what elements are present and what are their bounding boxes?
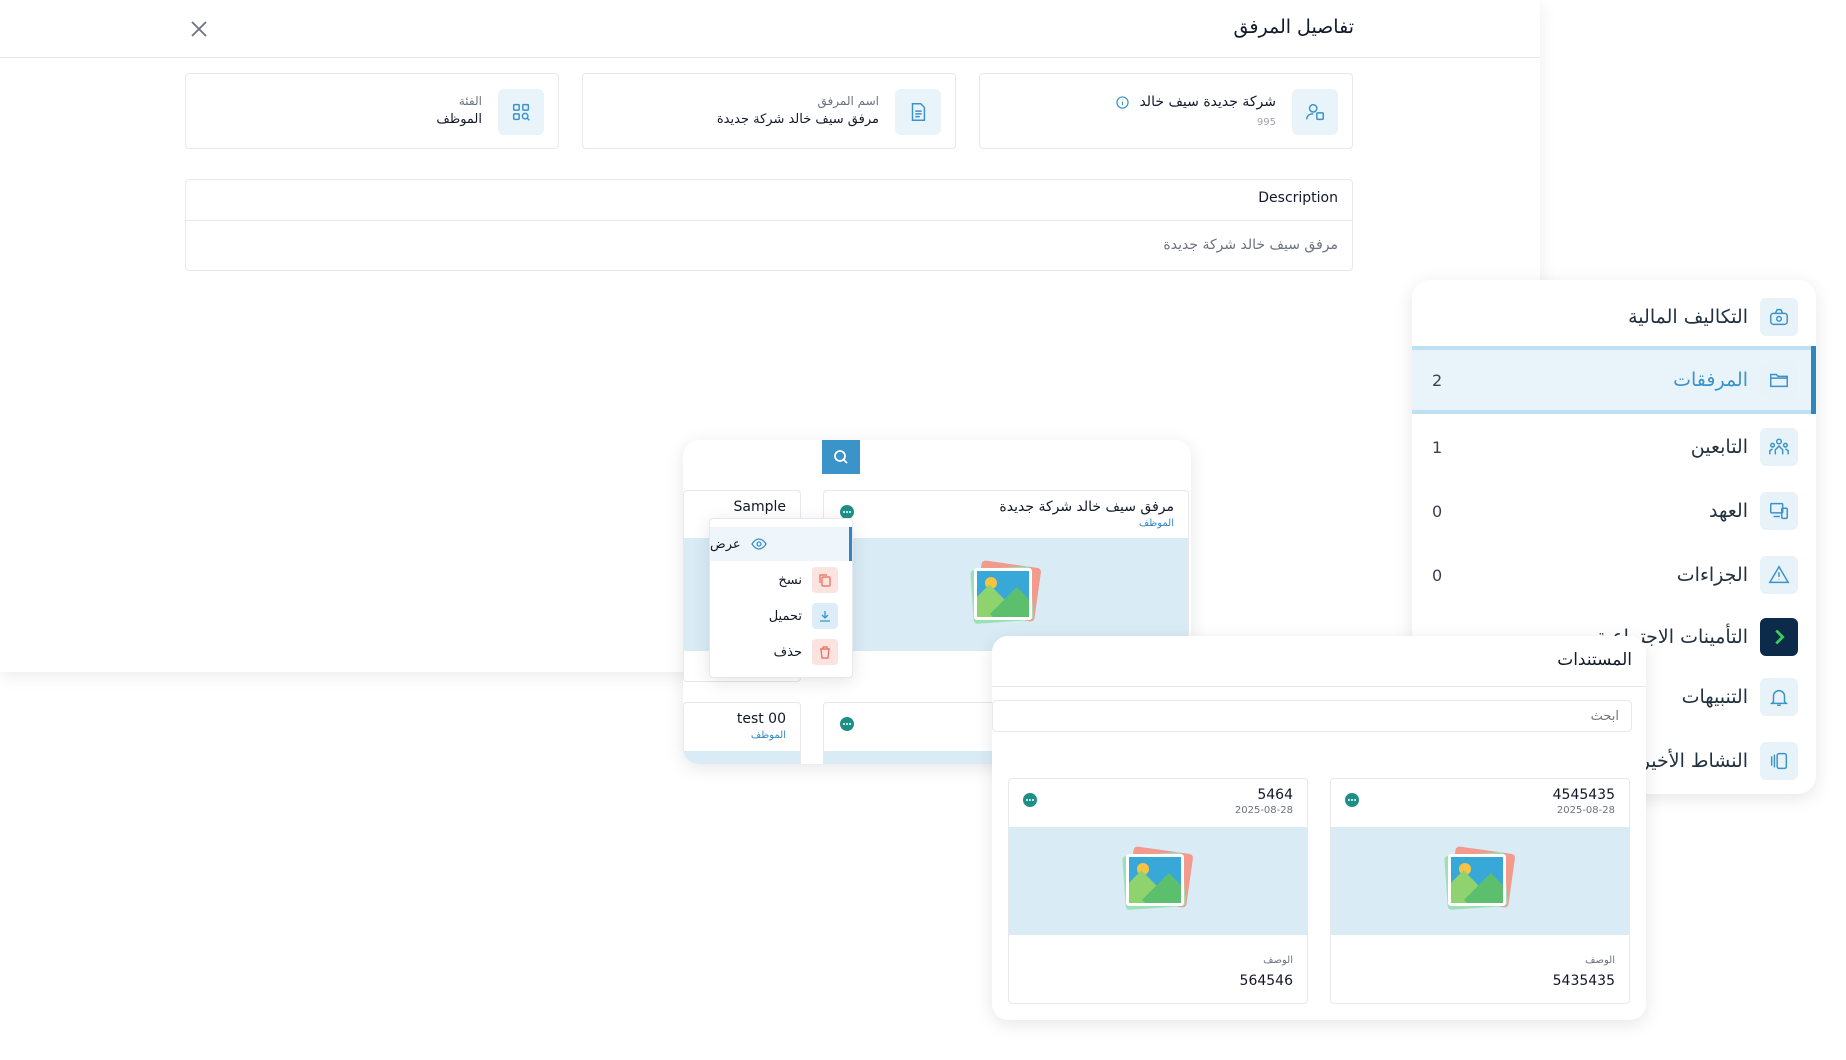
sidebar-item-custody[interactable]: العهد 0 <box>1412 482 1816 540</box>
user-badge-icon <box>1306 103 1324 121</box>
menu-item-delete[interactable]: حذف <box>710 635 852 669</box>
attachment-card-title: Sample <box>733 499 787 515</box>
menu-item-download[interactable]: تحميل <box>710 599 852 633</box>
owner-name: شركة جديدة سيف خالد <box>1139 94 1276 110</box>
modal-title: تفاصيل المرفق <box>1233 16 1354 38</box>
more-options-button[interactable] <box>1023 793 1037 807</box>
document-desc-label: الوصف <box>1585 955 1615 966</box>
image-placeholder-icon <box>1122 846 1194 914</box>
device-icon <box>1770 502 1788 520</box>
warning-icon <box>1768 565 1790 584</box>
attachment-card-subtitle: الموظف <box>750 730 786 741</box>
sidebar-item-financial-costs[interactable]: التكاليف المالية <box>1412 288 1816 346</box>
category-icon-box <box>498 89 544 135</box>
document-desc-value: 564546 <box>1239 973 1293 989</box>
bell-icon <box>1769 689 1789 706</box>
insurance-arrow-icon <box>1775 629 1785 645</box>
attachment-card-title: test 00 <box>736 711 786 727</box>
attachment-name-card: اسم المرفق مرفق سيف خالد شركة جديدة <box>582 73 956 149</box>
document-card[interactable]: 4545435 2025-08-28 الوصف 5435435 <box>1330 778 1630 1004</box>
attachment-card-preview <box>824 538 1188 651</box>
owner-card: شركة جديدة سيف خالد 995 <box>979 73 1353 149</box>
document-card-title: 5464 <box>1257 787 1293 803</box>
attachment-card-title: مرفق سيف خالد شركة جديدة <box>999 499 1174 515</box>
document-icon <box>911 103 926 121</box>
owner-code: 995 <box>1256 117 1276 128</box>
info-icon[interactable] <box>1116 95 1130 109</box>
category-card: الفئة الموظف <box>185 73 559 149</box>
sidebar-item-attachments[interactable]: المرفقات 2 <box>1412 346 1816 414</box>
document-card[interactable]: 5464 2025-08-28 الوصف 564546 <box>1008 778 1308 1004</box>
image-placeholder-icon <box>970 559 1042 628</box>
attachment-name-value: مرفق سيف خالد شركة جديدة <box>716 112 879 127</box>
modal-header: تفاصيل المرفق <box>0 0 1540 58</box>
description-box: Description مرفق سيف خالد شركة جديدة <box>185 179 1353 271</box>
attachment-card-test[interactable]: test 00 الموظف <box>683 702 801 764</box>
document-card-preview <box>1331 827 1629 935</box>
document-desc-value: 5435435 <box>1552 973 1615 989</box>
category-value: الموظف <box>436 112 482 127</box>
document-card-date: 2025-08-28 <box>1556 805 1615 816</box>
download-icon <box>820 611 830 622</box>
trash-icon <box>820 646 830 659</box>
more-options-button[interactable] <box>840 505 854 519</box>
search-button[interactable] <box>822 440 860 474</box>
search-icon <box>834 450 848 464</box>
family-icon <box>1769 438 1789 455</box>
description-label: Description <box>1258 190 1338 206</box>
more-options-button[interactable] <box>840 717 854 731</box>
documents-panel: المستندات 4545435 2025-08-28 الوصف 54354… <box>992 636 1646 1020</box>
document-desc-label: الوصف <box>1263 955 1293 966</box>
menu-item-copy[interactable]: نسخ <box>710 563 852 597</box>
description-value: مرفق سيف خالد شركة جديدة <box>1163 237 1338 253</box>
menu-item-view[interactable]: عرض <box>710 527 852 561</box>
documents-search-input[interactable] <box>992 700 1632 732</box>
money-bag-icon <box>1770 308 1788 326</box>
document-card-preview <box>1009 827 1307 935</box>
document-card-date: 2025-08-28 <box>1234 805 1293 816</box>
category-label: الفئة <box>458 94 482 108</box>
documents-title: المستندات <box>1557 650 1632 670</box>
more-options-button[interactable] <box>1345 793 1359 807</box>
sidebar-item-penalties[interactable]: الجزاءات 0 <box>1412 546 1816 604</box>
category-grid-search-icon <box>512 103 530 121</box>
attachment-card-subtitle: الموظف <box>1138 518 1174 529</box>
eye-icon <box>750 538 767 550</box>
close-icon <box>191 21 207 37</box>
owner-icon-box <box>1292 89 1338 135</box>
attachment-name-icon-box <box>895 89 941 135</box>
folder-icon <box>1770 373 1788 388</box>
image-placeholder-icon <box>1444 846 1516 914</box>
copy-icon <box>819 574 831 587</box>
sidebar-item-dependents[interactable]: التابعين 1 <box>1412 418 1816 476</box>
attachment-card-main[interactable]: مرفق سيف خالد شركة جديدة الموظف <box>823 490 1189 651</box>
document-card-title: 4545435 <box>1552 787 1615 803</box>
attachment-context-menu: عرض نسخ تحميل حذف <box>709 518 853 678</box>
attachment-name-label: اسم المرفق <box>817 94 879 108</box>
activity-icon <box>1770 752 1788 770</box>
close-button[interactable] <box>186 16 212 42</box>
